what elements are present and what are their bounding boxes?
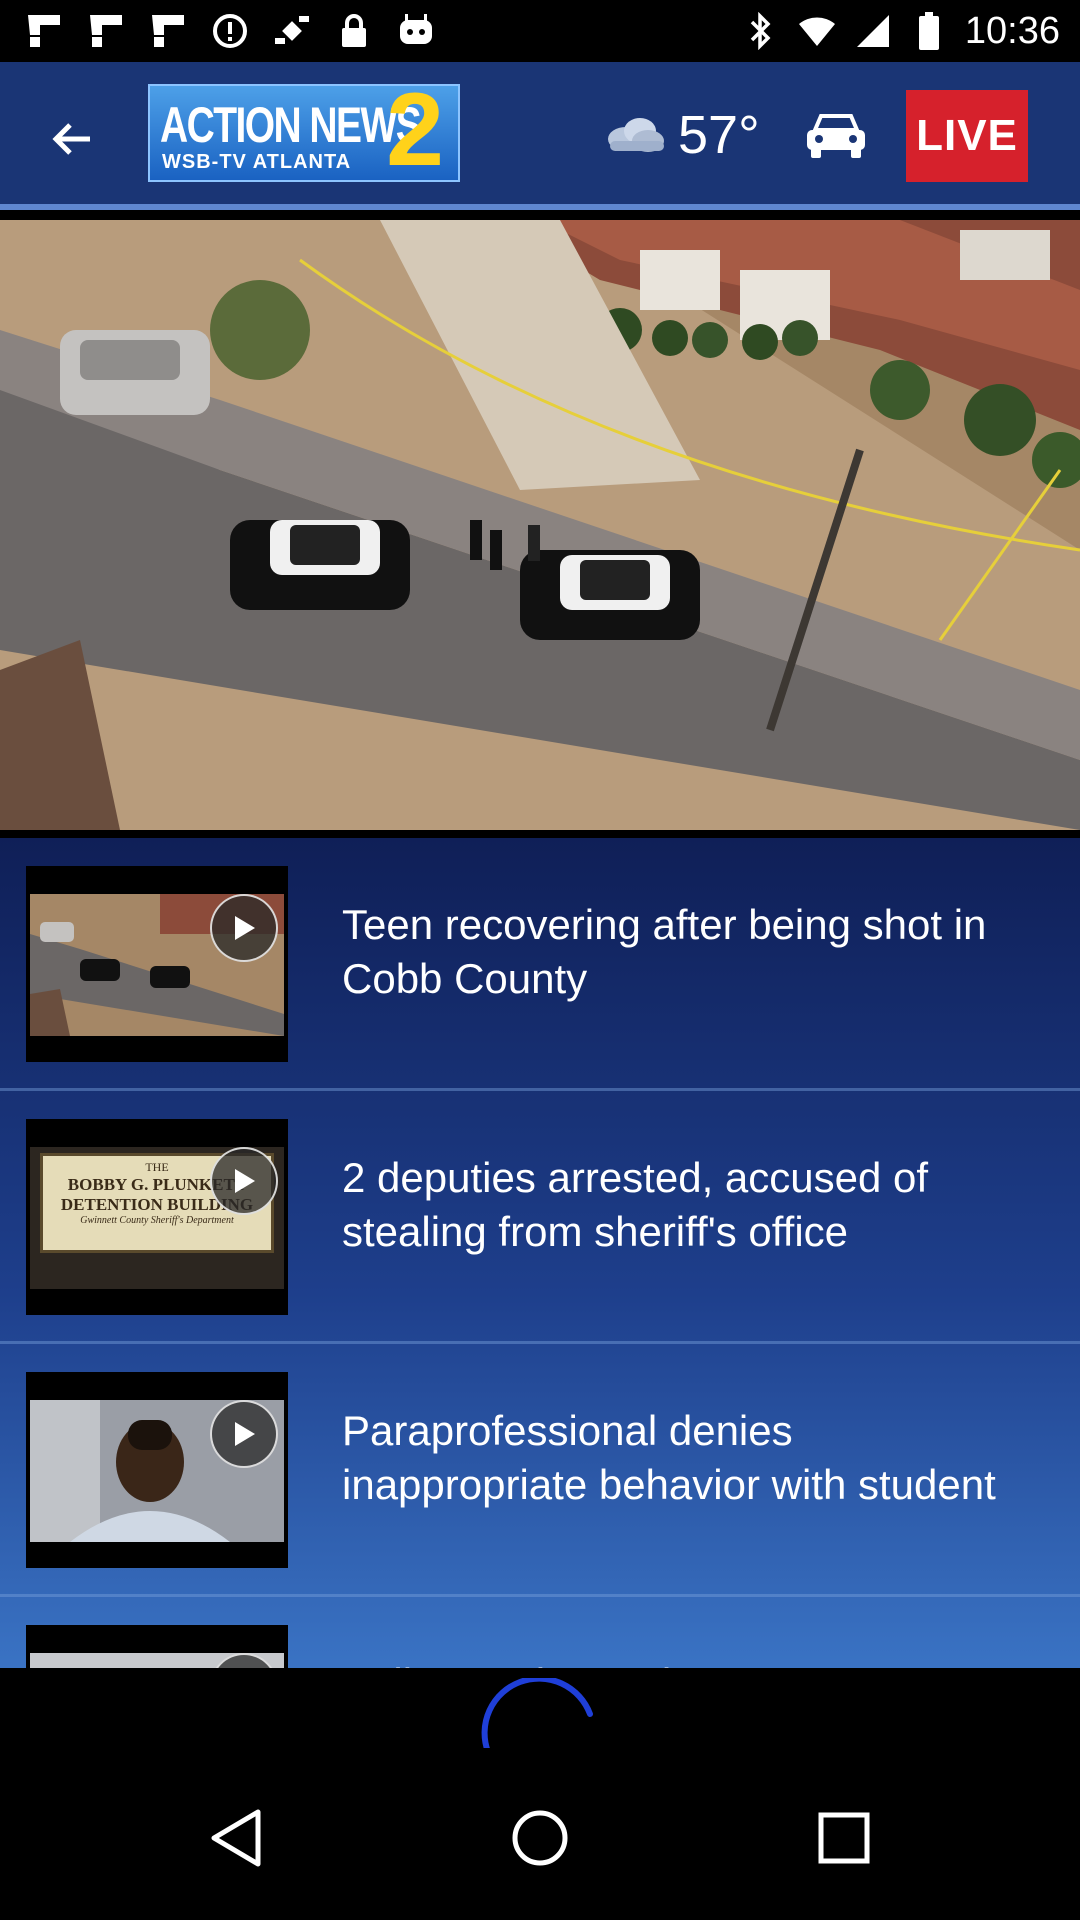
list-item[interactable]: THE BOBBY G. PLUNKETT DETENTION BUILDING… — [0, 1091, 1080, 1344]
flipboard-icon — [24, 11, 64, 51]
story-title[interactable]: Teen recovering after being shot in Cobb… — [342, 898, 1042, 1006]
story-title[interactable]: Police seek people — [342, 1657, 1042, 1668]
triangle-back-icon — [211, 1809, 261, 1867]
back-button[interactable] — [40, 107, 104, 171]
story-title[interactable]: 2 deputies arrested, accused of stealing… — [342, 1151, 1042, 1259]
nav-back-button[interactable] — [196, 1798, 276, 1878]
lock-icon — [334, 11, 374, 51]
list-item[interactable]: Teen recovering after being shot in Cobb… — [0, 838, 1080, 1091]
loading-spinner-icon — [481, 1678, 593, 1755]
video-thumbnail[interactable] — [26, 1372, 288, 1568]
logo-text: ACTION NEWS — [160, 97, 422, 153]
logo-number: 2 — [386, 72, 444, 188]
clock: 10:36 — [964, 9, 1060, 52]
hero-image[interactable] — [0, 220, 1080, 830]
status-bar: 10:36 — [0, 0, 1080, 62]
app-header: ACTION NEWS 2 WSB-TV ATLANTA 57° LIVE — [0, 62, 1080, 210]
bluetooth-icon — [741, 11, 781, 51]
android-icon — [396, 11, 436, 51]
traffic-button[interactable] — [800, 104, 872, 166]
weather-widget[interactable]: 57° — [604, 100, 760, 170]
back-arrow-icon — [52, 123, 90, 155]
flipboard-icon — [86, 11, 126, 51]
logo-subtitle: WSB-TV ATLANTA — [162, 151, 352, 173]
video-thumbnail[interactable] — [26, 1625, 288, 1668]
story-title[interactable]: Paraprofessional denies inappropriate be… — [342, 1404, 1042, 1512]
live-button[interactable]: LIVE — [906, 90, 1028, 182]
system-nav-bar — [0, 1748, 1080, 1920]
battery-icon — [909, 11, 949, 51]
car-icon — [807, 114, 865, 158]
cloud-icon — [608, 118, 664, 152]
video-thumbnail[interactable]: THE BOBBY G. PLUNKETT DETENTION BUILDING… — [26, 1119, 288, 1315]
circle-home-icon — [512, 1810, 568, 1866]
play-icon[interactable] — [210, 894, 278, 962]
loading-area — [0, 1668, 1080, 1755]
play-icon[interactable] — [210, 1400, 278, 1468]
list-item[interactable]: Paraprofessional denies inappropriate be… — [0, 1344, 1080, 1597]
wifi-icon — [797, 11, 837, 51]
temperature: 57° — [678, 105, 760, 165]
station-logo[interactable]: ACTION NEWS 2 WSB-TV ATLANTA — [148, 78, 460, 182]
nav-recents-button[interactable] — [804, 1798, 884, 1878]
alert-icon — [210, 11, 250, 51]
fake-gps-icon — [272, 11, 312, 51]
nav-home-button[interactable] — [500, 1798, 580, 1878]
signal-icon — [853, 11, 893, 51]
sign-text: Gwinnett County Sheriff's Department — [80, 1215, 234, 1226]
play-icon[interactable] — [210, 1147, 278, 1215]
video-thumbnail[interactable] — [26, 866, 288, 1062]
list-item[interactable]: Police seek people — [0, 1597, 1080, 1668]
story-list: Teen recovering after being shot in Cobb… — [0, 838, 1080, 1668]
flipboard-icon — [148, 11, 188, 51]
square-recents-icon — [818, 1812, 870, 1864]
